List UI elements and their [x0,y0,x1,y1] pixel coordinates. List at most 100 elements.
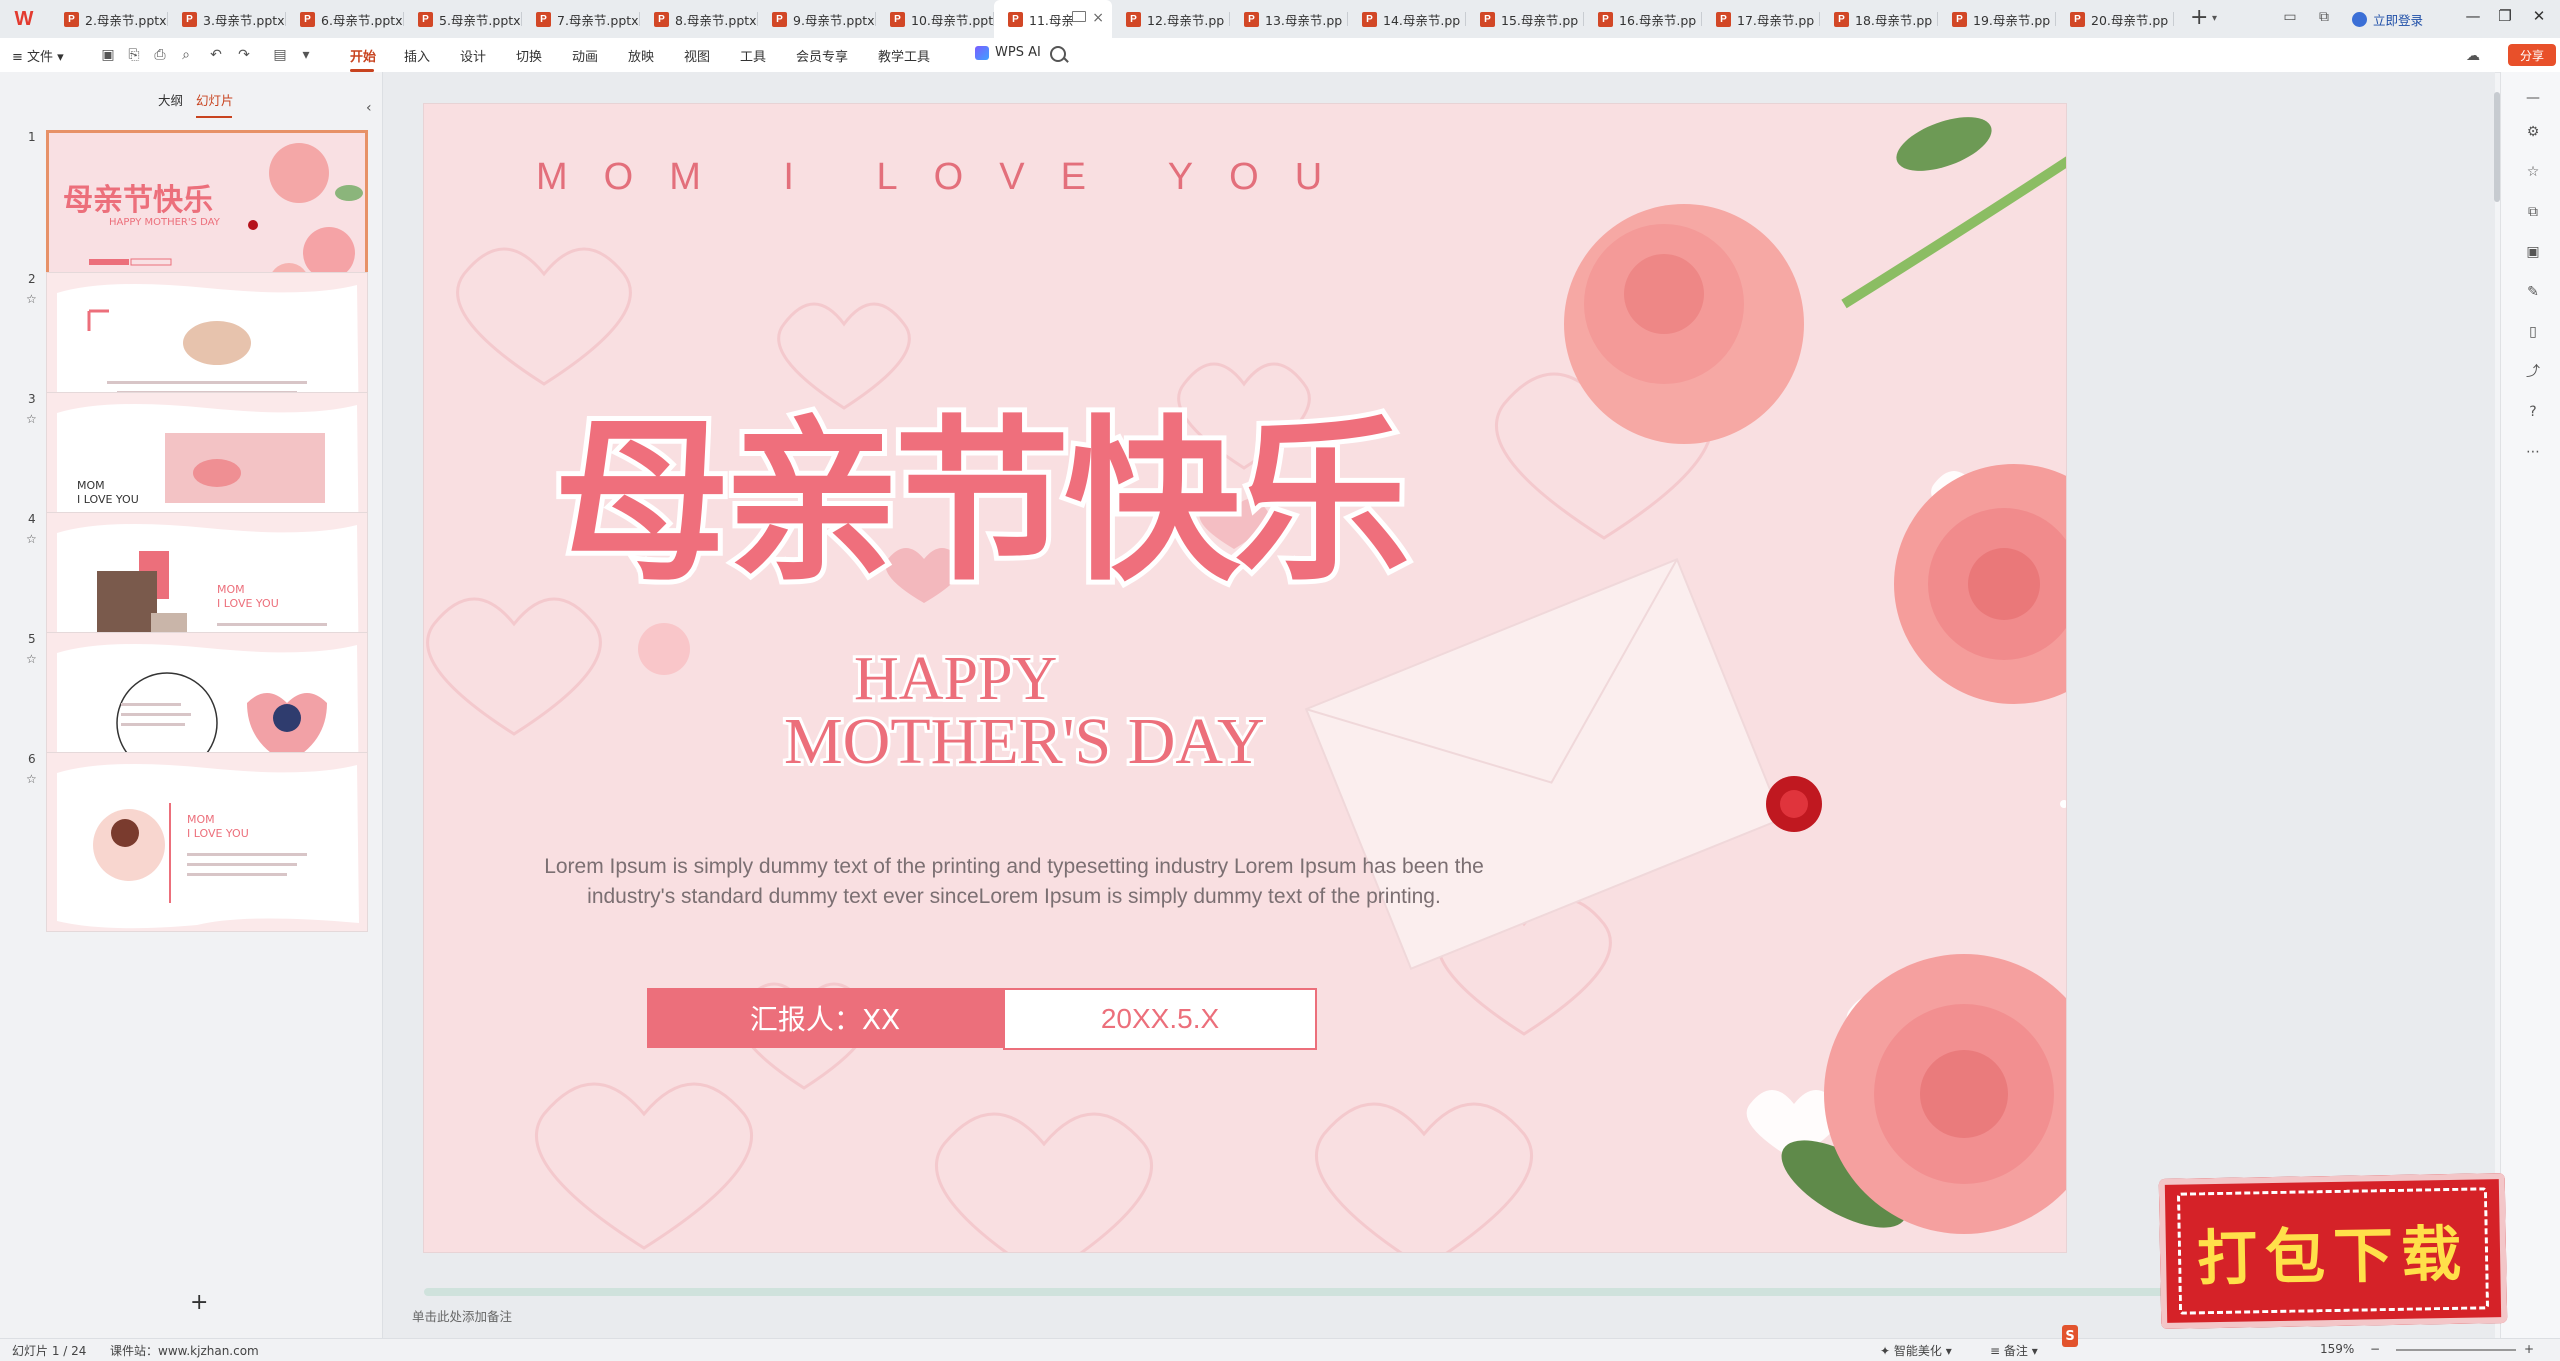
document-tab[interactable]: P 13.母亲节.pp [1230,0,1348,38]
new-tab-icon[interactable]: + [2190,6,2208,30]
star-icon[interactable]: ☆ [26,292,37,306]
tab-slides[interactable]: 幻灯片 [196,90,234,109]
site-label[interactable]: 课件站：www.kjzhan.com [110,1342,259,1359]
undo-icon[interactable]: ↶ [208,47,224,63]
menu-tab[interactable]: 视图 [684,46,710,65]
zoom-in-icon[interactable]: + [2524,1342,2534,1356]
print-icon[interactable]: ⎙ [152,47,168,63]
print-preview-icon[interactable]: ⌕ [178,47,194,63]
zoom-out-icon[interactable]: − [2370,1342,2380,1356]
slide-thumbnail-row[interactable]: 6 ☆ MOM I LOVE YOU [0,752,382,938]
book-icon[interactable]: ▯ [2525,324,2541,340]
tools-icon[interactable]: ✎ [2525,284,2541,300]
slide-body-text[interactable]: Lorem Ipsum is simply dummy text of the … [504,852,1524,912]
wps-logo-icon[interactable]: W [12,7,36,31]
ime-icon[interactable]: S [2062,1325,2078,1347]
menu-tab[interactable]: 切换 [516,46,542,65]
reporter-box[interactable]: 汇报人：XX [647,988,1003,1048]
menu-tab[interactable]: 会员专享 [796,46,848,65]
document-tab[interactable]: P 6.母亲节.pptx [286,0,404,38]
download-watermark[interactable]: 打包下载 [2158,1172,2508,1330]
date-box[interactable]: 20XX.5.X [1003,988,1317,1050]
present-icon[interactable] [1072,11,1086,22]
export-pdf-icon[interactable]: ⎘ [126,47,142,63]
format-painter-icon[interactable]: ▤ [272,47,288,63]
restore-icon[interactable]: ❐ [2492,7,2518,25]
collapse-panel-icon[interactable]: ‹ [366,100,372,116]
menu-tab[interactable]: 工具 [740,46,766,65]
panel-tab-indicator [196,116,232,118]
chevron-down-icon[interactable]: ▾ [2212,13,2217,24]
more-icon[interactable]: ⋯ [2525,444,2541,460]
tab-label: 8.母亲节.pptx [675,12,757,28]
tab-label: 2.母亲节.pptx [85,12,167,28]
ppt-file-icon: P [1480,11,1495,27]
document-tab[interactable]: P 7.母亲节.pptx [522,0,640,38]
document-tab[interactable]: P 12.母亲节.pp [1112,0,1230,38]
minus-icon[interactable]: — [2525,90,2541,106]
menu-tab[interactable]: 动画 [572,46,598,65]
document-tab[interactable]: P 17.母亲节.pp [1702,0,1820,38]
slide-thumbnail[interactable]: MOM I LOVE YOU [46,752,368,932]
tab-divider [2173,12,2174,26]
document-tab[interactable]: P 10.母亲节.ppt [876,0,994,38]
document-tab[interactable]: P 14.母亲节.pp [1348,0,1466,38]
share-icon[interactable]: ⤴ [2525,364,2541,380]
current-slide[interactable]: MOM I LOVE YOU 母亲节快乐 HAPPY MOTHER'S DAY … [424,104,2066,1252]
document-tab[interactable]: P 19.母亲节.pp [1938,0,2056,38]
document-tab[interactable]: P 16.母亲节.pp [1584,0,1702,38]
horizontal-scrollbar[interactable] [424,1288,2224,1296]
slide-number: 5 [28,632,36,646]
copy-icon[interactable]: ⧉ [2525,204,2541,220]
search-icon[interactable] [1050,46,1066,62]
cloud-sync-icon[interactable]: ☁ [2466,48,2480,64]
smart-beautify-button[interactable]: ✦ 智能美化 ▾ [1880,1342,1952,1359]
login-button[interactable]: 立即登录 [2352,10,2423,29]
menu-tab[interactable]: 插入 [404,46,430,65]
star-icon[interactable]: ☆ [26,412,37,426]
document-tab[interactable]: P 8.母亲节.pptx [640,0,758,38]
tab-label: 3.母亲节.pptx [203,12,285,28]
add-slide-button[interactable]: + [190,1290,208,1315]
star-icon[interactable]: ☆ [26,532,37,546]
slide-cn-title[interactable]: 母亲节快乐 [549,359,1415,614]
document-tab[interactable]: P 15.母亲节.pp [1466,0,1584,38]
star-icon[interactable]: ☆ [2525,164,2541,180]
zoom-level[interactable]: 159% [2320,1342,2354,1356]
menu-tab[interactable]: 教学工具 [878,46,930,65]
close-window-icon[interactable]: ✕ [2526,7,2552,25]
tab-outline[interactable]: 大纲 [158,90,183,109]
star-icon[interactable]: ☆ [26,772,37,786]
document-tab[interactable]: P 9.母亲节.pptx [758,0,876,38]
help-icon[interactable]: ? [2525,404,2541,420]
slide-en-heading[interactable]: MOM I LOVE YOU [536,156,1358,199]
share-button[interactable]: 分享 [2508,44,2556,66]
document-tab[interactable]: P 5.母亲节.pptx [404,0,522,38]
menu-tab[interactable]: 开始 [350,46,376,65]
document-tab[interactable]: P 11.母亲 × [994,0,1112,38]
menu-tab[interactable]: 设计 [460,46,486,65]
wps-ai-button[interactable]: WPS AI [975,45,1041,60]
document-tab[interactable]: P 2.母亲节.pptx [50,0,168,38]
zoom-slider[interactable] [2396,1349,2516,1351]
notes-button[interactable]: ≡ 备注 ▾ [1990,1342,2038,1359]
slide-en-title-line2[interactable]: MOTHER'S DAY [781,702,1268,781]
document-tab[interactable]: P 3.母亲节.pptx [168,0,286,38]
ppt-file-icon: P [418,11,433,27]
redo-icon[interactable]: ↷ [236,47,252,63]
minimize-icon[interactable]: — [2460,7,2486,25]
properties-icon[interactable]: ⚙ [2525,124,2541,140]
star-icon[interactable]: ☆ [26,652,37,666]
close-tab-icon[interactable]: × [1092,10,1104,26]
notes-placeholder[interactable]: 单击此处添加备注 [412,1306,512,1325]
document-tab[interactable]: P 18.母亲节.pp [1820,0,1938,38]
ppt-file-icon: P [1834,11,1849,27]
menu-tab[interactable]: 放映 [628,46,654,65]
save-icon[interactable]: ▣ [100,47,116,63]
copy-window-icon[interactable]: ⧉ [2316,9,2332,25]
more-quick-access-icon[interactable]: ▾ [298,47,314,63]
file-menu[interactable]: ≡ 文件 ▾ [12,46,64,65]
document-tab[interactable]: P 20.母亲节.pp [2056,0,2174,38]
image-icon[interactable]: ▣ [2525,244,2541,260]
window-layout-icon[interactable]: ▭ [2282,9,2298,25]
